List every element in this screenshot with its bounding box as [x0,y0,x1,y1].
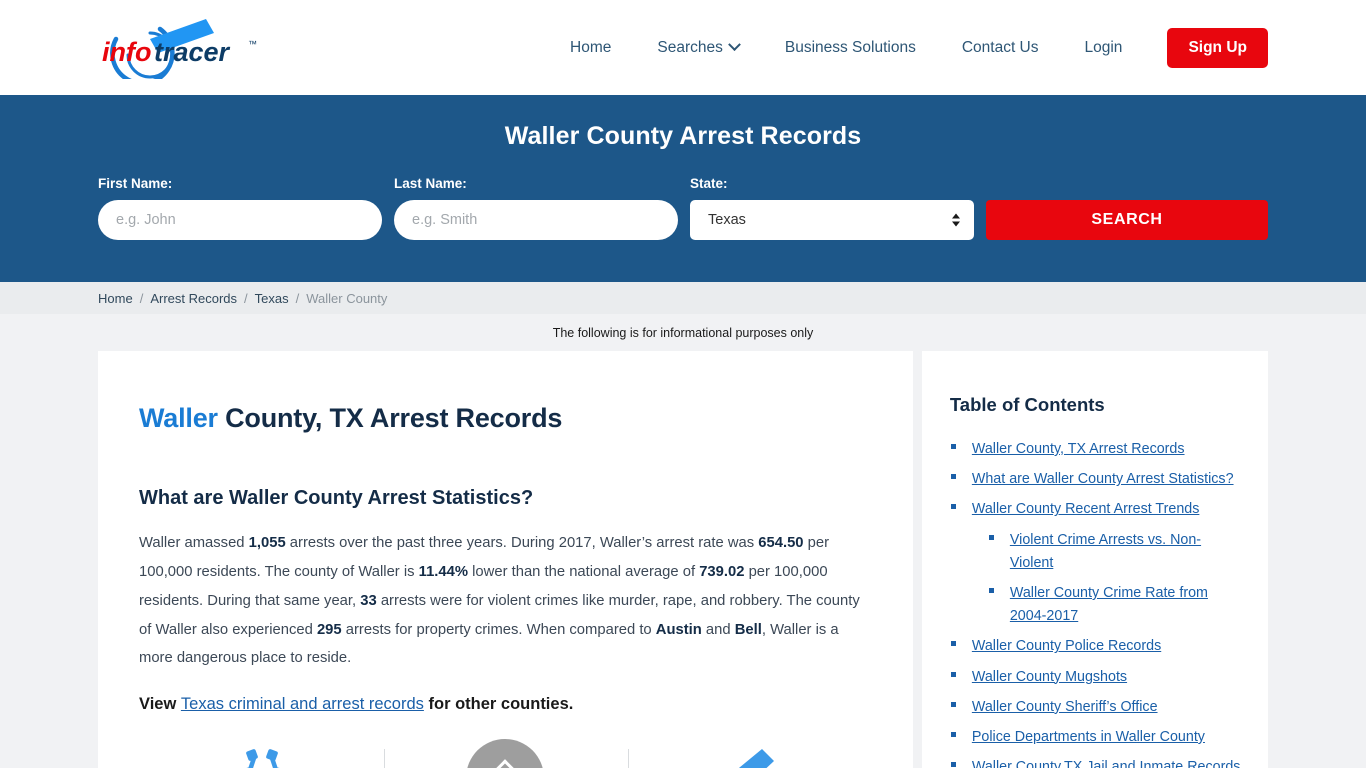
last-name-input[interactable] [394,200,678,240]
toc-item: Waller County Police Records [950,634,1242,657]
stat-national-average: 739.02 [699,563,745,580]
breadcrumb-item-arrest-records[interactable]: Arrest Records [150,291,237,306]
toc-sublist: Violent Crime Arrests vs. Non-Violent Wa… [972,528,1242,628]
nav-label: Home [570,38,612,56]
main-content-card: Waller County, TX Arrest Records What ar… [98,351,913,768]
infotracer-logo-icon: info tracer ™ [102,18,257,79]
section-heading-arrest-statistics: What are Waller County Arrest Statistics… [139,487,534,509]
texas-records-link[interactable]: Texas criminal and arrest records [181,695,424,713]
toc-item: Waller County,TX Jail and Inmate Records [950,755,1242,768]
toc-item: Waller County Mugshots [950,665,1242,688]
stat-arrest-rate: 654.50 [758,535,804,551]
breadcrumb: Home / Arrest Records / Texas / Waller C… [0,282,1366,314]
main-navigation: Home Searches Business Solutions Contact… [547,27,1268,68]
breadcrumb-item-home[interactable]: Home [98,291,133,306]
toc-item: Waller County, TX Arrest Records [950,437,1242,460]
toc-link-arrest-records[interactable]: Waller County, TX Arrest Records [972,441,1185,457]
state-select[interactable]: Texas [690,200,974,240]
breadcrumb-separator: / [139,290,144,306]
toc-subitem: Waller County Crime Rate from 2004-2017 [988,581,1242,627]
search-button[interactable]: SEARCH [986,200,1268,240]
svg-text:™: ™ [248,39,257,49]
last-name-label: Last Name: [394,176,467,191]
compare-county-austin: Austin [655,621,702,638]
arrest-search-form: First Name: Last Name: State: Texas SEAR… [98,176,1268,240]
toc-item: What are Waller County Arrest Statistics… [950,467,1242,490]
page-title-rest: County, TX Arrest Records [217,403,563,433]
scroll-to-top-button[interactable] [466,739,545,768]
arrest-statistics-paragraph: Waller amassed 1,055 arrests over the pa… [139,529,863,673]
toc-link-police-records[interactable]: Waller County Police Records [972,638,1161,654]
nav-item-searches[interactable]: Searches [634,38,761,57]
search-banner: Waller County Arrest Records First Name:… [0,95,1366,282]
page-title-highlight: Waller [139,403,218,433]
para-text: and [701,621,735,638]
first-name-input[interactable] [98,200,382,240]
nav-item-business-solutions[interactable]: Business Solutions [762,39,939,57]
toc-subitem: Violent Crime Arrests vs. Non-Violent [988,528,1242,574]
view-other-counties-line: View Texas criminal and arrest records f… [139,695,873,714]
toc-item: Police Departments in Waller County [950,725,1242,748]
stat-icon-cell-handcuffs [139,747,384,768]
gun-icon [738,749,774,768]
nav-item-login[interactable]: Login [1062,39,1146,57]
toc-title: Table of Contents [949,394,1105,415]
handcuffs-icon [246,749,280,768]
toc-link-crime-rate-2004-2017[interactable]: Waller County Crime Rate from 2004-2017 [1010,585,1208,624]
breadcrumb-current: Waller County [306,290,388,306]
page-body: Waller County, TX Arrest Records What ar… [0,351,1366,768]
stat-percent-lower: 11.44% [418,563,469,580]
infotracer-logo[interactable]: info tracer ™ [98,18,278,79]
informational-notice: The following is for informational purpo… [0,314,1366,351]
last-name-group: Last Name: [394,176,678,240]
svg-text:tracer: tracer [154,37,231,67]
nav-item-contact-us[interactable]: Contact Us [939,39,1062,57]
stat-total-arrests: 1,055 [248,535,286,551]
state-label: State: [690,176,728,191]
para-text: Waller amassed [139,535,249,551]
toc-list: Waller County, TX Arrest Records What ar… [950,437,1242,768]
para-text: arrests for property crimes. When compar… [341,621,656,638]
first-name-label: First Name: [98,176,173,191]
state-group: State: Texas [690,176,974,240]
nav-label: Business Solutions [784,38,916,56]
para-text: lower than the national average of [468,563,700,580]
table-of-contents-card: Table of Contents Waller County, TX Arre… [921,351,1268,768]
stat-property-arrests: 295 [316,621,342,638]
breadcrumb-item-texas[interactable]: Texas [255,291,289,306]
nav-label: Contact Us [961,38,1039,56]
chevron-up-icon [492,759,519,768]
nav-label: Searches [657,38,723,56]
para-text: arrests over the past three years. Durin… [285,535,759,551]
compare-county-bell: Bell [734,621,762,638]
stat-violent-arrests: 33 [360,592,377,609]
site-header: info tracer ™ Home Searches Business Sol… [0,0,1366,95]
stat-icon-cell-gun [628,747,873,768]
chevron-down-icon [727,38,741,52]
toc-link-jail-inmate-records[interactable]: Waller County,TX Jail and Inmate Records [972,759,1241,768]
toc-link-arrest-statistics[interactable]: What are Waller County Arrest Statistics… [972,471,1234,487]
svg-text:info: info [102,37,151,67]
view-suffix: for other counties. [423,695,574,714]
breadcrumb-separator: / [244,290,248,306]
banner-title: Waller County Arrest Records [504,122,862,150]
page-title: Waller County, TX Arrest Records [139,403,873,434]
toc-link-sheriffs-office[interactable]: Waller County Sheriff’s Office [972,699,1158,715]
sign-up-button[interactable]: Sign Up [1167,27,1268,68]
nav-item-home[interactable]: Home [547,39,634,57]
first-name-group: First Name: [98,176,382,240]
toc-item: Waller County Recent Arrest Trends Viole… [950,497,1242,627]
toc-link-violent-vs-nonviolent[interactable]: Violent Crime Arrests vs. Non-Violent [1010,532,1201,571]
toc-link-police-departments[interactable]: Police Departments in Waller County [972,729,1205,745]
toc-item: Waller County Sheriff’s Office [950,695,1242,718]
toc-link-recent-arrest-trends[interactable]: Waller County Recent Arrest Trends [972,501,1200,517]
view-prefix: View [139,695,181,714]
breadcrumb-separator: / [295,290,300,306]
toc-link-mugshots[interactable]: Waller County Mugshots [972,669,1127,685]
nav-label: Login [1084,38,1123,56]
